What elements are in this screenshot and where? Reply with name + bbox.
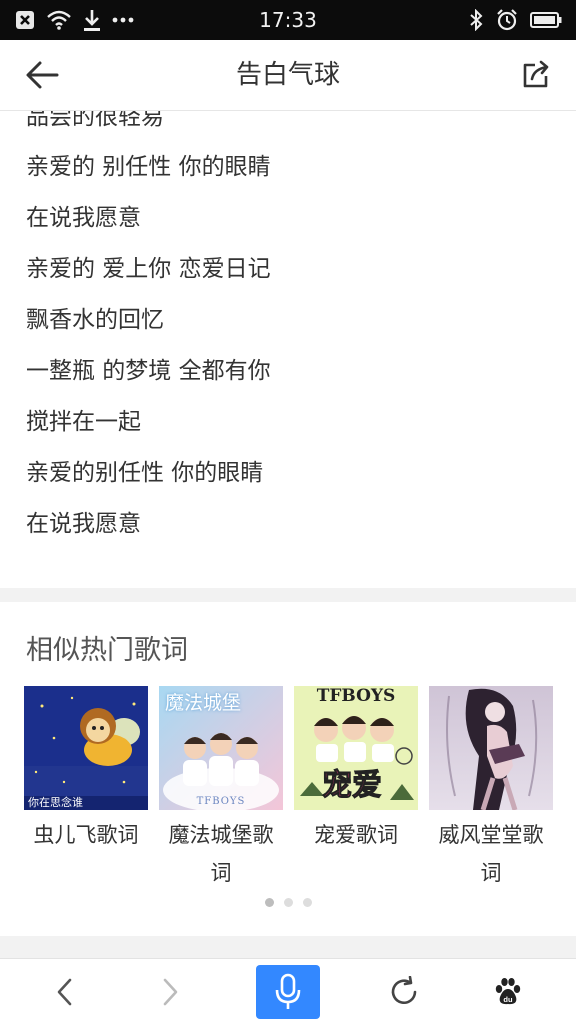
cover-subtitle: 宠爱 <box>322 768 383 804</box>
nav-back-button[interactable] <box>33 965 97 1019</box>
similar-card[interactable]: 你在思念谁 虫儿飞歌词 <box>24 686 148 854</box>
voice-search-button[interactable] <box>256 965 320 1019</box>
pager-dots <box>0 898 576 907</box>
share-button[interactable] <box>518 56 554 94</box>
refresh-button[interactable] <box>372 965 436 1019</box>
lyric-line-partial: 品尝的很轻易 <box>26 111 164 130</box>
album-cover <box>429 686 553 810</box>
lyric-line: 一整瓶 的梦境 全都有你 <box>26 358 271 384</box>
section-divider <box>0 936 576 958</box>
cover-title: 魔法城堡 <box>165 692 242 714</box>
svg-text:du: du <box>503 995 513 1004</box>
baidu-paw-icon: du <box>495 978 521 1005</box>
lyric-line: 在说我愿意 <box>26 511 141 537</box>
lyrics-content: 品尝的很轻易 亲爱的 别任性 你的眼睛 在说我愿意 亲爱的 爱上你 恋爱日记 飘… <box>0 111 576 581</box>
status-bar: 17:33 <box>0 0 576 40</box>
lyric-line: 亲爱的别任性 你的眼睛 <box>26 460 264 486</box>
similar-card[interactable]: 魔法城堡 TFBOYS 魔法城堡歌 词 <box>159 686 283 892</box>
share-icon <box>523 60 549 88</box>
lyric-line: 亲爱的 爱上你 恋爱日记 <box>26 256 271 282</box>
pager-dot[interactable] <box>283 898 293 907</box>
similar-card[interactable]: 威风堂堂歌 词 <box>429 686 553 892</box>
similar-card[interactable]: TFBOYS 宠爱 宠爱歌词 <box>294 686 418 854</box>
lyric-line: 在说我愿意 <box>26 205 141 231</box>
bluetooth-icon <box>468 9 484 31</box>
card-label: 宠爱歌词 <box>314 823 398 847</box>
album-cover: 魔法城堡 TFBOYS <box>159 686 283 810</box>
album-cover: 你在思念谁 <box>24 686 148 810</box>
top-nav-bar: 告白气球 <box>0 40 576 111</box>
alarm-icon <box>496 9 518 31</box>
status-right-icons <box>468 0 562 40</box>
card-label: 虫儿飞歌词 <box>33 823 139 847</box>
pager-dot[interactable] <box>302 898 312 907</box>
similar-section-title: 相似热门歌词 <box>26 635 188 666</box>
lyric-line: 亲爱的 别任性 你的眼睛 <box>26 154 271 180</box>
baidu-home-button[interactable]: du <box>476 965 540 1019</box>
card-label: 魔法城堡歌 词 <box>168 823 274 885</box>
lyric-line: 搅拌在一起 <box>26 409 141 435</box>
nav-forward-icon <box>163 978 178 1006</box>
cover-subtitle: TFBOYS <box>196 796 246 807</box>
battery-icon <box>530 11 562 29</box>
cover-title: TFBOYS <box>316 686 396 706</box>
bottom-toolbar: du <box>0 958 576 1025</box>
cover-caption: 你在思念谁 <box>28 796 83 809</box>
page-title: 告白气球 <box>235 60 340 90</box>
refresh-icon <box>391 976 417 1005</box>
album-cover: TFBOYS 宠爱 <box>294 686 418 810</box>
section-divider <box>0 588 576 602</box>
nav-back-icon <box>57 978 72 1006</box>
card-label: 威风堂堂歌 词 <box>438 823 544 885</box>
nav-forward-button[interactable] <box>138 965 202 1019</box>
pager-dot-active[interactable] <box>264 898 274 907</box>
microphone-icon <box>275 973 301 1009</box>
lyric-line: 飘香水的回忆 <box>26 307 164 333</box>
